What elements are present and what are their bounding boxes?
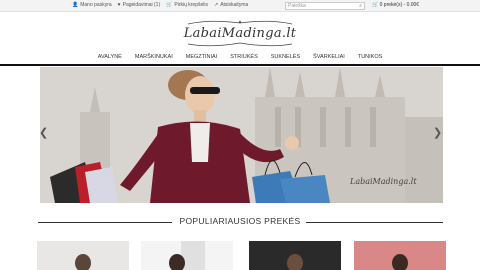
search-input[interactable]: Paieška ⌕ bbox=[285, 2, 365, 10]
cart-icon: 🛒 bbox=[166, 2, 173, 8]
nav-item-marskinukai[interactable]: MARŠKINUKAI bbox=[135, 50, 173, 64]
user-icon: 👤 bbox=[72, 2, 79, 8]
section-title: POPULIARIAUSIOS PREKĖS bbox=[179, 216, 301, 226]
search-icon[interactable]: ⌕ bbox=[359, 3, 362, 9]
nav-item-megztiniai[interactable]: MEGZTINIAI bbox=[186, 50, 217, 64]
account-label: Mano paskyra bbox=[80, 2, 112, 8]
cart-link[interactable]: 🛒 Pirkių krepšelis bbox=[166, 2, 208, 8]
nav-item-tunikos[interactable]: TUNIKOS bbox=[358, 50, 382, 64]
product-image bbox=[169, 241, 205, 270]
product-card[interactable] bbox=[354, 241, 446, 270]
product-image bbox=[75, 254, 91, 270]
product-image bbox=[392, 254, 408, 270]
nav-item-sukneles[interactable]: SUKNELĖS bbox=[271, 50, 300, 64]
slider-next-button[interactable]: ❯ bbox=[433, 126, 442, 139]
wishlist-link[interactable]: ♥ Pageidavimai (1) bbox=[118, 2, 161, 8]
hero-watermark: LabaiMadinga.lt bbox=[350, 177, 417, 186]
logo-text: LabaiMadinga.lt bbox=[183, 26, 297, 41]
main-nav: AVALYNĖ MARŠKINUKAI MEGZTINIAI STRIUKĖS … bbox=[0, 50, 480, 64]
product-card[interactable] bbox=[249, 241, 341, 270]
product-image bbox=[287, 254, 303, 270]
search-placeholder: Paieška bbox=[288, 3, 306, 9]
nav-divider bbox=[0, 64, 480, 66]
cart-link-label: Pirkių krepšelis bbox=[174, 2, 208, 8]
cart-summary-icon: 🛒 bbox=[372, 2, 380, 8]
top-links: 👤 Mano paskyra ♥ Pageidavimai (1) 🛒 Pirkių … bbox=[72, 2, 248, 8]
share-icon: ↗ bbox=[214, 2, 219, 8]
cart-summary-label: 0 prekė(s) - 0.00€ bbox=[379, 2, 420, 8]
checkout-label: Atsiskaityma bbox=[220, 2, 249, 8]
checkout-link[interactable]: ↗ Atsiskaityma bbox=[214, 2, 248, 8]
product-card[interactable] bbox=[141, 241, 233, 270]
nav-item-striukes[interactable]: STRIUKĖS bbox=[230, 50, 258, 64]
wishlist-label: Pageidavimai (1) bbox=[122, 2, 161, 8]
nav-item-avalyne[interactable]: AVALYNĖ bbox=[98, 50, 122, 64]
slider-prev-button[interactable]: ❮ bbox=[39, 126, 48, 139]
site-logo[interactable]: LabaiMadinga.lt bbox=[180, 17, 300, 49]
top-bar: 👤 Mano paskyra ♥ Pageidavimai (1) 🛒 Pirkių … bbox=[0, 0, 480, 12]
nav-item-svarkeliai[interactable]: ŠVARKELIAI bbox=[313, 50, 345, 64]
product-card[interactable] bbox=[37, 241, 129, 270]
section-line-right bbox=[306, 222, 443, 223]
account-link[interactable]: 👤 Mano paskyra bbox=[72, 2, 112, 8]
hero-slider[interactable]: LabaiMadinga.lt bbox=[40, 67, 443, 203]
cart-summary[interactable]: 🛒 0 prekė(s) - 0.00€ bbox=[372, 2, 419, 8]
heart-icon: ♥ bbox=[117, 2, 121, 8]
